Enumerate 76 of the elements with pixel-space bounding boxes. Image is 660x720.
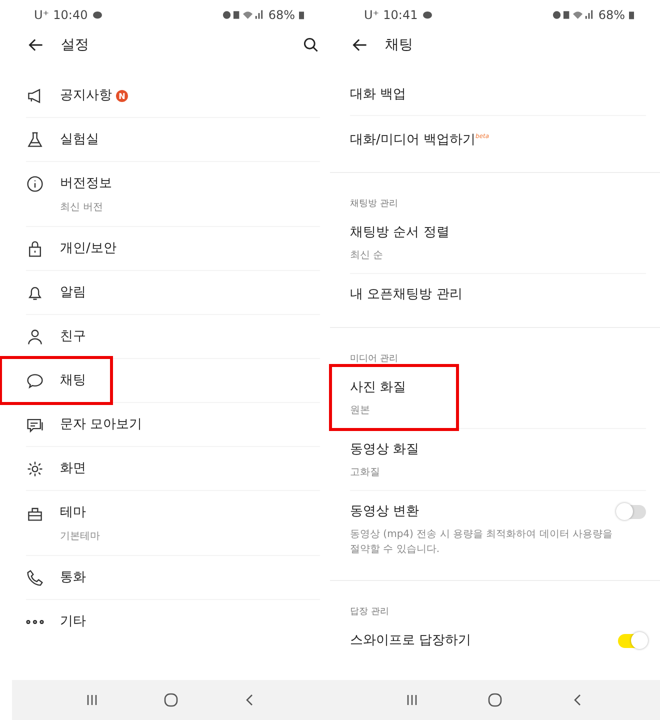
dots-icon — [26, 620, 44, 624]
toggle-switch[interactable] — [618, 505, 646, 520]
menu-subtitle: 최신 버전 — [60, 201, 104, 214]
menu-label: 기타 — [60, 613, 86, 631]
menu-label: 채팅 — [60, 372, 86, 390]
menu-item[interactable]: 기타 — [26, 600, 320, 643]
menu-label: 알림 — [60, 284, 86, 302]
setting-item[interactable]: 대화/미디어 백업하기$^{beta}$ — [350, 116, 646, 160]
battery-level: 68% — [598, 8, 625, 22]
setting-label: 대화/미디어 백업하기$^{beta}$ — [350, 131, 490, 150]
menu-label: 공지사항 — [60, 87, 112, 105]
screen-title: 채팅 — [385, 36, 413, 54]
setting-label: 동영상 변환 — [350, 503, 420, 522]
setting-item[interactable]: 대화 백업 — [350, 74, 646, 115]
carrier: U⁺ — [364, 8, 380, 22]
phone-icon — [26, 569, 44, 587]
toggle-switch[interactable] — [618, 634, 646, 648]
search-icon[interactable] — [302, 36, 320, 54]
menu-item[interactable]: 문자 모아보기 — [26, 403, 320, 446]
menu-label: 친구 — [60, 328, 86, 346]
status-icons — [222, 10, 264, 20]
menu-item[interactable]: 통화 — [26, 556, 320, 599]
bell-icon — [26, 284, 44, 302]
menu-label: 실험실 — [60, 131, 99, 149]
setting-label: 채팅방 순서 정렬 — [350, 224, 450, 242]
menu-item[interactable]: 실험실 — [26, 118, 320, 161]
menu-label: 통화 — [60, 569, 86, 587]
section-header: 미디어 관리 — [350, 353, 399, 366]
menu-item[interactable]: 알림 — [26, 271, 320, 314]
setting-value: 고화질 — [350, 466, 381, 480]
menu-subtitle: 기본테마 — [60, 530, 100, 543]
menu-label: 버전정보 — [60, 175, 112, 193]
screen-title: 설정 — [61, 36, 89, 54]
flask-icon — [26, 131, 44, 149]
setting-label: 대화 백업 — [350, 86, 408, 104]
clock: 10:40 — [53, 8, 88, 22]
setting-value: 최신 순 — [350, 249, 384, 262]
setting-item[interactable]: 동영상 화질 고화질 — [350, 429, 646, 490]
menu-label: 화면 — [60, 460, 86, 478]
setting-description: 동영상 (mp4) 전송 시 용량을 최적화하여 데이터 사용량을 절약할 수 있습니다. — [350, 528, 614, 558]
section-header: 채팅방 관리 — [350, 198, 399, 210]
setting-item[interactable]: 내 오픈채팅방 관리 — [350, 274, 646, 316]
highlighted-setting-item[interactable]: 사진 화질 원본 — [332, 367, 456, 428]
clock: 10:41 — [383, 8, 418, 22]
menu-label: 개인/보안 — [60, 240, 116, 258]
messages-icon — [26, 416, 44, 434]
menu-item[interactable]: 버전정보 최신 버전 — [26, 162, 320, 226]
menu-item[interactable]: 친구 — [26, 315, 320, 358]
highlighted-menu-item[interactable]: 채팅 — [2, 359, 110, 402]
section-header: 답장 관리 — [350, 606, 390, 618]
person-icon — [26, 328, 44, 346]
setting-item[interactable]: 스와이프로 답장하기 — [350, 620, 646, 662]
menu-label: 문자 모아보기 — [60, 416, 142, 434]
setting-item[interactable]: 채팅방 순서 정렬 최신 순 — [350, 212, 646, 274]
setting-label: 동영상 화질 — [350, 441, 420, 460]
setting-value: 원본 — [350, 404, 371, 418]
battery-icon — [299, 10, 304, 20]
setting-label: 사진 화질 — [350, 379, 408, 398]
home-icon[interactable] — [162, 692, 179, 708]
home-icon[interactable] — [486, 692, 503, 708]
setting-label: 스와이프로 답장하기 — [350, 632, 472, 650]
carrier: U⁺ — [34, 8, 50, 22]
menu-item[interactable]: 공지사항 N — [26, 74, 320, 117]
menu-item[interactable]: 테마 기본테마 — [26, 491, 320, 555]
sun-icon — [26, 460, 44, 478]
menu-label: 테마 — [60, 504, 86, 522]
lock-icon — [26, 240, 44, 258]
battery-icon — [629, 10, 634, 20]
status-icons — [552, 10, 594, 20]
setting-item[interactable]: 동영상 변환 동영상 (mp4) 전송 시 용량을 최적화하여 데이터 사용량을 절약할 수 있습니다. — [350, 491, 646, 568]
menu-item[interactable]: 개인/보안 — [26, 227, 320, 270]
battery-level: 68% — [268, 8, 295, 22]
new-badge: N — [116, 90, 128, 102]
info-icon — [26, 175, 44, 193]
menu-item[interactable]: 화면 — [26, 447, 320, 490]
setting-label: 내 오픈채팅방 관리 — [350, 286, 464, 304]
